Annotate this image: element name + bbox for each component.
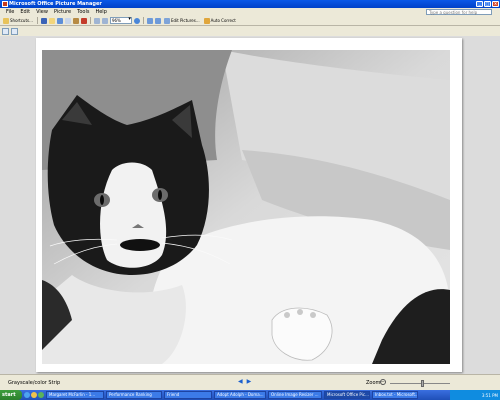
start-button[interactable]: start bbox=[0, 390, 22, 400]
taskbar-item[interactable]: Inbox.txt - Microsoft... bbox=[372, 391, 418, 399]
menu-file[interactable]: File bbox=[6, 9, 14, 15]
taskbar-item[interactable]: Microsoft Office Pic... bbox=[324, 391, 370, 399]
clock: 3:51 PM bbox=[481, 392, 498, 398]
rotate-left-icon[interactable] bbox=[146, 17, 153, 24]
menu-picture[interactable]: Picture bbox=[54, 9, 71, 15]
ie-icon[interactable] bbox=[24, 392, 30, 398]
menu-view[interactable]: View bbox=[36, 9, 48, 15]
taskbar-item[interactable]: Online Image Resizer ... bbox=[268, 391, 322, 399]
shortcuts-icon bbox=[3, 17, 9, 24]
outlook-icon[interactable] bbox=[31, 392, 37, 398]
status-bar: Grayscale/color Strip ◀ ▶ Zoom: − bbox=[0, 374, 500, 390]
app-icon bbox=[2, 1, 8, 7]
photo-frame bbox=[36, 38, 462, 372]
edit-pictures-label: Edit Pictures... bbox=[170, 18, 200, 23]
menu-tools[interactable]: Tools bbox=[77, 9, 89, 15]
menu-bar: File Edit View Picture Tools Help Type a… bbox=[0, 8, 500, 16]
zoom-select[interactable]: 96% bbox=[109, 17, 132, 24]
toolbar-separator bbox=[142, 17, 144, 24]
zoom-slider[interactable] bbox=[390, 380, 450, 387]
auto-correct-label: Auto Correct bbox=[210, 18, 236, 23]
picture-nav: ◀ ▶ bbox=[238, 378, 251, 385]
window-title: Microsoft Office Picture Manager bbox=[9, 1, 102, 7]
zoom-out-icon[interactable]: − bbox=[380, 379, 386, 385]
system-tray: 3:51 PM bbox=[450, 390, 500, 400]
taskbar-item[interactable]: Friend bbox=[164, 391, 212, 399]
thumbnail-view-button[interactable] bbox=[2, 27, 9, 35]
zoom-slider-thumb[interactable] bbox=[421, 380, 425, 387]
edit-pictures-button[interactable]: Edit Pictures... bbox=[163, 17, 201, 24]
taskbar-item[interactable]: Performance Ranking bbox=[106, 391, 162, 399]
taskbar-item[interactable]: Margaret McFarlin - 1... bbox=[46, 391, 104, 399]
shortcuts-label: Shortcuts... bbox=[10, 18, 33, 23]
previous-arrow-icon[interactable]: ◀ bbox=[238, 378, 243, 385]
delete-icon[interactable] bbox=[80, 17, 87, 24]
window-controls: _ □ × bbox=[476, 1, 499, 7]
next-arrow-icon[interactable]: ▶ bbox=[247, 378, 252, 385]
toolbar-separator bbox=[36, 17, 38, 24]
copy-icon[interactable] bbox=[64, 17, 71, 24]
taskbar: start Margaret McFarlin - 1... Performan… bbox=[0, 390, 500, 400]
status-info: Grayscale/color Strip bbox=[8, 380, 61, 386]
shortcuts-button[interactable]: Shortcuts... bbox=[2, 17, 34, 24]
undo-icon[interactable] bbox=[93, 17, 100, 24]
paste-icon[interactable] bbox=[72, 17, 79, 24]
quick-launch bbox=[24, 392, 44, 398]
auto-correct-icon bbox=[203, 17, 210, 24]
toolbar: Shortcuts... 96% Edit Pictures... Auto C… bbox=[0, 16, 500, 26]
edit-pictures-icon bbox=[163, 17, 170, 24]
menu-help[interactable]: Help bbox=[95, 9, 106, 15]
title-bar: Microsoft Office Picture Manager _ □ × bbox=[0, 0, 500, 8]
toolbar-separator bbox=[89, 17, 91, 24]
taskbar-item[interactable]: Adopt Adolph - Doma... bbox=[214, 391, 266, 399]
redo-icon[interactable] bbox=[101, 17, 108, 24]
rotate-right-icon[interactable] bbox=[154, 17, 161, 24]
auto-correct-button[interactable]: Auto Correct bbox=[203, 17, 237, 24]
single-picture-view-button[interactable] bbox=[11, 27, 18, 35]
export-icon[interactable] bbox=[56, 17, 63, 24]
save-icon[interactable] bbox=[40, 17, 47, 24]
picture-canvas bbox=[0, 36, 500, 374]
cat-photo bbox=[42, 50, 450, 364]
view-strip bbox=[0, 26, 500, 36]
media-icon[interactable] bbox=[38, 392, 44, 398]
close-button[interactable]: × bbox=[492, 1, 499, 7]
help-search-input[interactable]: Type a question for help bbox=[426, 9, 492, 15]
menu-edit[interactable]: Edit bbox=[20, 9, 30, 15]
minimize-button[interactable]: _ bbox=[476, 1, 483, 7]
email-icon[interactable] bbox=[48, 17, 55, 24]
zoom-icon[interactable] bbox=[133, 17, 140, 24]
maximize-button[interactable]: □ bbox=[484, 1, 491, 7]
